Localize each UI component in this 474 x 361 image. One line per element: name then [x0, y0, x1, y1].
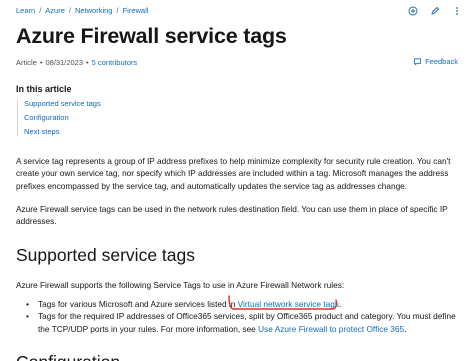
- bullet-text: Tags for various Microsoft and Azure ser…: [38, 299, 238, 309]
- list-item: Tags for the required IP addresses of Of…: [26, 310, 458, 335]
- usage-paragraph: Azure Firewall service tags can be used …: [16, 204, 448, 227]
- breadcrumb-learn[interactable]: Learn: [16, 6, 35, 15]
- toc-item-configuration[interactable]: Configuration: [24, 114, 101, 122]
- table-of-contents: Supported service tags Configuration Nex…: [17, 100, 101, 136]
- edit-icon[interactable]: [428, 4, 442, 18]
- toc-item-next-steps[interactable]: Next steps: [24, 128, 101, 136]
- breadcrumb-separator: /: [39, 6, 42, 15]
- article-date: 08/31/2023: [45, 58, 84, 67]
- breadcrumb-firewall[interactable]: Firewall: [123, 6, 149, 15]
- bullet-end: .: [338, 299, 342, 309]
- article-label: Article: [16, 58, 37, 67]
- add-collection-icon[interactable]: [406, 4, 420, 18]
- breadcrumb-networking[interactable]: Networking: [75, 6, 113, 15]
- intro-paragraph: A service tag represents a group of IP a…: [16, 156, 451, 191]
- virtual-network-service-tags-link[interactable]: Virtual network service tags: [238, 299, 339, 309]
- breadcrumb-separator: /: [68, 6, 71, 15]
- page-title: Azure Firewall service tags: [16, 24, 287, 48]
- contributors-link[interactable]: 5 contributors: [92, 58, 137, 67]
- more-icon[interactable]: [450, 4, 464, 18]
- bullet-end: .: [404, 323, 407, 334]
- meta-separator: •: [39, 58, 43, 67]
- feedback-button[interactable]: Feedback: [413, 57, 458, 66]
- office365-firewall-link[interactable]: Use Azure Firewall to protect Office 365: [258, 324, 404, 334]
- breadcrumb-azure[interactable]: Azure: [45, 6, 65, 15]
- breadcrumb-separator: /: [116, 6, 119, 15]
- feedback-icon: [414, 58, 422, 66]
- supported-intro: Azure Firewall supports the following Se…: [16, 280, 345, 290]
- page-actions: [406, 4, 464, 18]
- toc-item-supported-service-tags[interactable]: Supported service tags: [24, 100, 101, 108]
- toc-heading: In this article: [16, 84, 72, 94]
- section-heading: Supported service tags: [16, 245, 195, 265]
- feedback-label: Feedback: [425, 57, 458, 66]
- article-meta: Article • 08/31/2023 • 5 contributors: [16, 58, 137, 67]
- meta-separator: •: [86, 58, 89, 67]
- next-section-heading: Configuration: [16, 352, 120, 361]
- list-item: Tags for various Microsoft and Azure ser…: [26, 298, 458, 311]
- service-tag-list: Tags for various Microsoft and Azure ser…: [26, 298, 458, 335]
- breadcrumb: Learn / Azure / Networking / Firewall: [16, 6, 148, 15]
